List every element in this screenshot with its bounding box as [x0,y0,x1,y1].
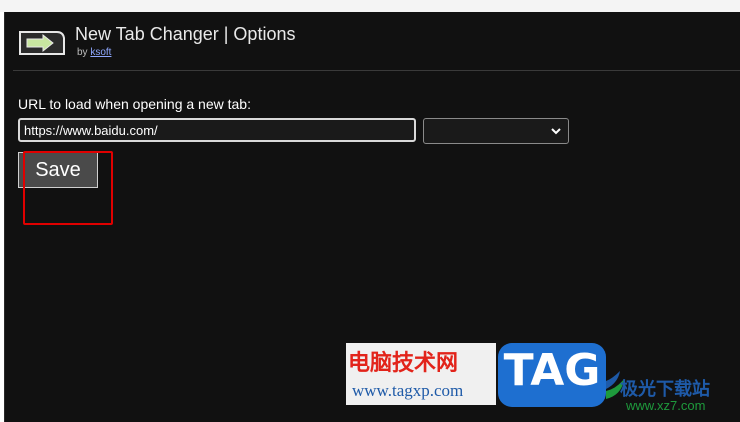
watermark-tag-text: TAG [503,345,601,396]
header-divider [13,70,740,71]
author-link[interactable]: ksoft [90,47,111,58]
watermark: 电脑技术网 www.tagxp.com TAG 极光下载站 www.xz7.co… [346,343,740,422]
chevron-down-icon [551,128,561,135]
byline: by ksoft [77,47,111,58]
browser-top-strip [0,0,740,12]
url-input[interactable] [18,118,416,142]
watermark-url: www.tagxp.com [352,381,464,400]
arrow-tab-logo-icon [19,31,65,55]
byline-prefix: by [77,47,88,58]
watermark-cn-text: 电脑技术网 [348,351,459,376]
url-field-label: URL to load when opening a new tab: [18,96,251,112]
page-title: New Tab Changer | Options [75,24,296,44]
preset-select[interactable] [423,118,569,144]
watermark-side-url: www.xz7.com [626,398,706,413]
highlight-annotation [23,151,113,225]
